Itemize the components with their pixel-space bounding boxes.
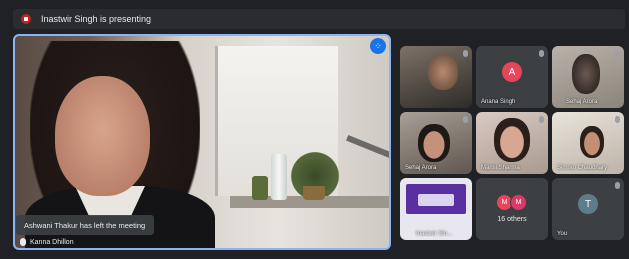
mic-icon [615,116,620,123]
presentation-tile[interactable]: Inastwir Sin... [400,178,472,240]
small-plant [252,176,268,200]
others-count: 16 others [497,216,527,223]
participant-name: Inastwir Sin... [416,231,453,237]
stop-presenting-icon[interactable] [21,14,31,24]
participant-tile[interactable]: Sehaj Arora [552,46,624,108]
speaker-face [55,76,150,196]
participant-tile[interactable]: Mansi Sharma [476,112,548,174]
participant-grid: A Anana Singh Sehaj Arora Sehaj Arora Ma… [398,46,624,246]
mic-icon [615,50,620,57]
participant-tile[interactable]: Simran Chaudhary [552,112,624,174]
participant-name: Mansi Sharma [481,165,520,171]
presenting-banner: Inastwir Singh is presenting [13,9,625,29]
participant-tile[interactable]: A Anana Singh [476,46,548,108]
avatar: T [578,194,598,214]
participant-name: Sehaj Arora [566,99,598,105]
participant-tile[interactable] [400,46,472,108]
participant-name: Simran Chaudhary [557,165,608,171]
others-avatars: M M [496,194,527,211]
self-tile[interactable]: T You [552,178,624,240]
participant-name: You [557,231,568,237]
mic-icon [20,238,26,246]
participant-name: Anana Singh [481,99,516,105]
plant-pot [303,186,325,200]
others-tile[interactable]: M M 16 others [476,178,548,240]
bottle [271,154,287,200]
presenting-text: Inastwir Singh is presenting [41,14,152,24]
mic-icon [615,182,620,189]
presentation-content [418,194,454,206]
mic-icon [539,116,544,123]
mic-icon [463,116,468,123]
participant-tile[interactable]: Sehaj Arora [400,112,472,174]
mic-icon [463,50,468,57]
avatar: A [502,62,522,82]
pin-icon[interactable]: ⁘ [370,38,386,54]
main-speaker-label: Kanna Dhillon [20,238,74,246]
left-meeting-toast: Ashwani Thakur has left the meeting [16,215,154,235]
present-screen-icon [405,229,414,237]
main-speaker-name: Kanna Dhillon [30,238,74,246]
participant-name: Sehaj Arora [405,165,437,171]
mic-icon [539,50,544,57]
avatar: M [510,194,527,211]
